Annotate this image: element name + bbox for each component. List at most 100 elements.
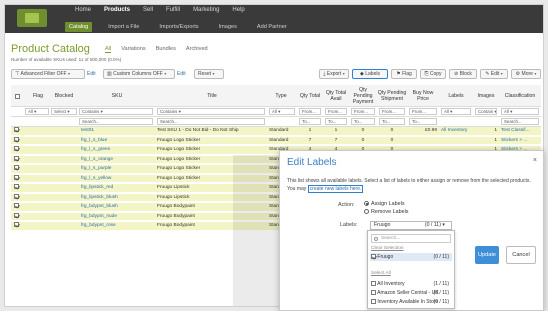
select-all-checkbox-cell[interactable] (11, 85, 23, 107)
row-checkbox-cell[interactable] (14, 184, 22, 193)
tab-all[interactable]: All (105, 46, 112, 53)
cell-labels[interactable]: All Inventory (441, 127, 475, 136)
assign-labels-option[interactable]: Assign Labels (364, 201, 405, 207)
row-checkbox-cell[interactable] (14, 193, 22, 203)
remove-radio[interactable] (364, 209, 369, 215)
col-classification[interactable]: Classification (499, 85, 541, 107)
col-blocked[interactable]: Blocked (51, 85, 77, 107)
cell-sku[interactable]: frg_bdypnt_rose (81, 222, 157, 231)
cell-sku[interactable]: frg_l_s_green (81, 146, 157, 155)
cell-sku[interactable]: frg_l_s_yellow (81, 175, 157, 184)
row-checkbox[interactable] (14, 146, 19, 152)
images-filter[interactable]: Contain ▾ (475, 108, 497, 115)
subnav-imports-exports[interactable]: Imports/Exports (155, 22, 202, 32)
row-checkbox[interactable] (14, 155, 19, 161)
row-checkbox-cell[interactable] (14, 203, 22, 212)
cell-sku[interactable]: frg_bdypnt_nude (81, 213, 157, 222)
col-sku[interactable]: SKU (79, 85, 155, 107)
cancel-button[interactable]: Cancel (506, 246, 536, 264)
subnav-catalog[interactable]: Catalog (65, 22, 93, 32)
tab-bundles[interactable]: Bundles (156, 46, 176, 53)
row-checkbox[interactable] (14, 193, 19, 199)
row-checkbox[interactable] (14, 184, 19, 190)
labels-search-input[interactable]: Search... (371, 234, 451, 243)
block-button[interactable]: ⊘ Block (449, 69, 477, 79)
update-button[interactable]: Update (475, 246, 499, 264)
col-flag[interactable]: Flag (25, 85, 51, 107)
col-buy-now-price[interactable]: Buy Now Price (407, 85, 439, 107)
cell-sku[interactable]: frg_lipstick_blush (81, 194, 157, 203)
title-filter-mode[interactable]: Contains ▾ (157, 108, 265, 115)
brand-logo[interactable] (17, 9, 47, 27)
cell-sku[interactable]: frg_bdypnt_blush (81, 203, 157, 212)
qty-shipment-to[interactable]: To... (379, 118, 405, 125)
row-checkbox-cell[interactable] (14, 146, 22, 155)
col-qty-pending-payment[interactable]: Qty Pending Payment (349, 85, 377, 107)
flag-filter[interactable]: All ▾ (25, 108, 49, 115)
classification-filter[interactable]: All ▾ (501, 108, 539, 115)
label-option[interactable]: All Inventory (1 / 11) (370, 280, 452, 288)
copy-button[interactable]: ⎘ Copy (420, 69, 446, 79)
row-checkbox[interactable] (14, 136, 19, 142)
sku-filter-mode[interactable]: Contains ▾ (79, 108, 153, 115)
sku-search-input[interactable]: Search... (79, 118, 153, 125)
subnav-add-partner[interactable]: Add Partner (253, 22, 291, 32)
col-type[interactable]: Type (267, 85, 295, 107)
qty-avail-to[interactable]: To... (325, 118, 347, 125)
nav-fulfill[interactable]: Fulfill (166, 7, 180, 13)
col-qty-pending-shipment[interactable]: Qty Pending Shipment (377, 85, 407, 107)
select-all-link[interactable]: Select All (371, 271, 391, 276)
cell-labels[interactable] (441, 137, 475, 146)
col-title[interactable]: Title (157, 85, 267, 107)
label-option-fruugo[interactable]: Fruugo (0 / 11) (370, 253, 452, 261)
close-icon[interactable]: × (533, 157, 537, 164)
edit-button[interactable]: ✎ Edit ▾ (480, 69, 508, 79)
col-labels[interactable]: Labels (439, 85, 473, 107)
cell-sku[interactable]: frg_l_s_orange (81, 156, 157, 165)
row-checkbox[interactable] (14, 203, 19, 209)
cell-classification[interactable]: Test Classif... (501, 127, 541, 136)
row-checkbox-cell[interactable] (14, 127, 22, 136)
qty-payment-to[interactable]: To... (351, 118, 375, 125)
col-images[interactable]: Images (473, 85, 499, 107)
assign-radio[interactable] (364, 201, 369, 207)
price-to[interactable]: To... (409, 118, 437, 125)
qty-total-to[interactable]: To... (299, 118, 321, 125)
qty-avail-from[interactable]: From... (325, 108, 347, 115)
blocked-filter[interactable]: Select ▾ (51, 108, 77, 115)
cell-sku[interactable]: frg_l_s_purple (81, 165, 157, 174)
col-qty-total[interactable]: Qty Total (297, 85, 323, 107)
qty-total-from[interactable]: From... (299, 108, 321, 115)
row-checkbox[interactable] (14, 165, 19, 171)
labels-filter[interactable]: All ▾ (441, 108, 471, 115)
nav-help[interactable]: Help (232, 7, 244, 13)
row-checkbox-cell[interactable] (14, 222, 22, 231)
row-checkbox-cell[interactable] (14, 165, 22, 174)
custom-columns-edit-link[interactable]: Edit (177, 71, 186, 77)
reset-button[interactable]: Reset ▾ (194, 69, 224, 79)
row-checkbox-cell[interactable] (14, 212, 22, 222)
cell-sku[interactable]: test01 (81, 127, 157, 136)
subnav-images[interactable]: Images (215, 22, 241, 32)
row-checkbox-cell[interactable] (14, 155, 22, 165)
table-row[interactable]: test01 Test SKU 1 - Do Not Bid - Do Not S… (11, 127, 541, 136)
export-button[interactable]: ⤓ Export ▾ (319, 69, 349, 79)
col-qty-total-avail[interactable]: Qty Total Avail (323, 85, 349, 107)
row-checkbox[interactable] (14, 222, 19, 228)
label-option-checkbox[interactable] (371, 290, 376, 296)
row-checkbox[interactable] (14, 127, 19, 133)
create-labels-link[interactable]: create new labels here. (307, 184, 364, 193)
type-filter[interactable]: All ▾ (269, 108, 295, 115)
price-from[interactable]: From... (409, 108, 437, 115)
label-option[interactable]: Inventory Available In Store (0 / 11) (370, 298, 452, 306)
tab-variations[interactable]: Variations (121, 46, 145, 53)
qty-payment-from[interactable]: From... (351, 108, 375, 115)
qty-shipment-from[interactable]: From... (379, 108, 405, 115)
row-checkbox[interactable] (14, 212, 19, 218)
tab-archived[interactable]: Archived (186, 46, 208, 53)
custom-columns-toggle[interactable]: ▥ Custom Columns OFF ▾ (103, 69, 175, 79)
cell-sku[interactable]: frg_l_s_blue (81, 137, 157, 146)
cell-sku[interactable]: frg_lipstick_red (81, 184, 157, 193)
more-button[interactable]: ⚙ More ▾ (511, 69, 541, 79)
labels-button[interactable]: ◆ Labels (352, 69, 388, 79)
